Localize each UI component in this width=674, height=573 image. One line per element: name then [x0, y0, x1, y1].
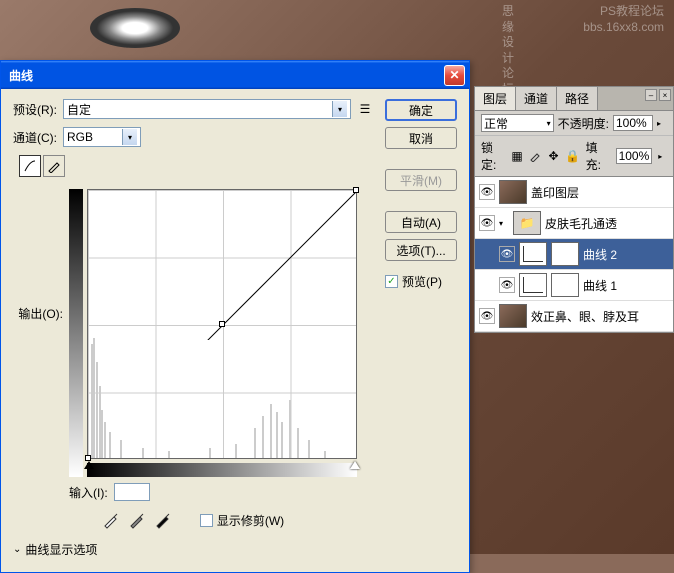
output-label: 输出(O): — [13, 185, 63, 322]
preset-label: 预设(R): — [13, 101, 57, 118]
watermark-line: bbs.16xx8.com — [583, 20, 664, 36]
mask-thumbnail — [551, 242, 579, 266]
opacity-label: 不透明度: — [558, 115, 609, 132]
channel-label: 通道(C): — [13, 129, 57, 146]
black-eyedropper[interactable] — [102, 511, 120, 529]
visibility-toggle[interactable]: 👁 — [479, 215, 495, 231]
close-button[interactable]: ✕ — [444, 65, 465, 86]
visibility-toggle[interactable]: 👁 — [479, 308, 495, 324]
watermark: 思缘设计论坛 PS教程论坛 bbs.16xx8.com — [583, 4, 664, 35]
visibility-toggle[interactable]: 👁 — [479, 184, 495, 200]
lock-all-icon[interactable]: 🔒 — [566, 149, 580, 163]
panel-close[interactable]: × — [659, 89, 671, 101]
channel-value: RGB — [67, 130, 93, 144]
curve-icon — [23, 159, 37, 173]
chevron-down-icon: ▾ — [547, 119, 551, 128]
layer-name: 效正鼻、眼、脖及耳 — [531, 308, 669, 325]
smooth-button: 平滑(M) — [385, 169, 457, 191]
layer-name: 曲线 1 — [583, 277, 669, 294]
output-gradient — [69, 189, 83, 477]
opacity-input[interactable]: 100% — [613, 115, 653, 131]
visibility-toggle[interactable]: 👁 — [499, 246, 515, 262]
curve-draw-tool[interactable] — [43, 155, 65, 177]
preset-select[interactable]: 自定 ▾ — [63, 99, 351, 119]
dialog-titlebar[interactable]: 曲线 ✕ — [1, 61, 469, 89]
tab-layers[interactable]: 图层 — [475, 87, 516, 110]
input-label: 输入(I): — [69, 484, 108, 501]
blend-mode-select[interactable]: 正常 ▾ — [481, 114, 554, 132]
ok-button[interactable]: 确定 — [385, 99, 457, 121]
show-clipping-checkbox[interactable] — [200, 514, 213, 527]
adjustment-thumbnail — [519, 273, 547, 297]
chevron-down-icon: ▾ — [332, 101, 347, 117]
expand-label: 曲线显示选项 — [25, 541, 97, 558]
folder-icon: 📁 — [513, 211, 541, 235]
show-clipping-label: 显示修剪(W) — [217, 512, 284, 529]
histogram — [88, 338, 356, 458]
cancel-button[interactable]: 取消 — [385, 127, 457, 149]
layer-name: 曲线 2 — [583, 246, 669, 263]
layer-item[interactable]: 👁 盖印图层 — [475, 177, 673, 208]
layer-list: 👁 盖印图层 👁 ▾ 📁 皮肤毛孔通透 👁 曲线 2 👁 曲线 1 👁 效正鼻、… — [475, 177, 673, 332]
curve-point[interactable] — [353, 187, 359, 193]
input-value-field[interactable] — [114, 483, 150, 501]
fill-label: 填充: — [586, 139, 610, 173]
layer-item[interactable]: 👁 曲线 1 — [475, 270, 673, 301]
watermark-line: 思缘设计论坛 — [502, 4, 514, 98]
lock-paint-icon[interactable] — [529, 149, 541, 163]
layer-thumbnail — [499, 180, 527, 204]
opacity-slider-toggle[interactable]: ▸ — [657, 119, 667, 128]
adjustment-thumbnail — [519, 242, 547, 266]
layer-item[interactable]: 👁 曲线 2 — [475, 239, 673, 270]
layers-panel: 图层 通道 路径 – × 正常 ▾ 不透明度: 100% ▸ 锁定: ▦ ✥ 🔒… — [474, 86, 674, 333]
white-eyedropper[interactable] — [154, 511, 172, 529]
chevron-down-icon: ▾ — [122, 129, 137, 145]
preset-menu-button[interactable]: ☰ — [357, 101, 373, 117]
white-point-slider[interactable] — [350, 461, 360, 469]
visibility-toggle[interactable]: 👁 — [499, 277, 515, 293]
dialog-title: 曲线 — [5, 67, 444, 84]
lock-label: 锁定: — [481, 139, 505, 173]
layer-item[interactable]: 👁 效正鼻、眼、脖及耳 — [475, 301, 673, 332]
lock-transparency-icon[interactable]: ▦ — [511, 149, 523, 163]
layer-name: 盖印图层 — [531, 184, 669, 201]
chevron-down-icon: ⌄ — [13, 544, 21, 555]
watermark-line: PS教程论坛 — [583, 4, 664, 20]
black-point-slider[interactable] — [84, 461, 94, 469]
layer-name: 皮肤毛孔通透 — [545, 215, 669, 232]
preview-label: 预览(P) — [402, 273, 442, 290]
curve-editor[interactable] — [87, 189, 357, 459]
curve-point-tool[interactable] — [19, 155, 41, 177]
layer-thumbnail — [499, 304, 527, 328]
channel-select[interactable]: RGB ▾ — [63, 127, 141, 147]
photo-eye-detail — [90, 8, 180, 48]
auto-button[interactable]: 自动(A) — [385, 211, 457, 233]
panel-tabs: 图层 通道 路径 – × — [475, 87, 673, 111]
layer-item[interactable]: 👁 ▾ 📁 皮肤毛孔通透 — [475, 208, 673, 239]
preset-value: 自定 — [67, 101, 91, 118]
curve-path — [88, 190, 388, 340]
fill-slider-toggle[interactable]: ▸ — [658, 152, 667, 161]
input-gradient — [87, 463, 357, 477]
curves-dialog: 曲线 ✕ 预设(R): 自定 ▾ ☰ 通道(C): RGB ▾ — [0, 60, 470, 573]
folder-toggle[interactable]: ▾ — [499, 219, 509, 228]
fill-input[interactable]: 100% — [616, 148, 653, 164]
lock-move-icon[interactable]: ✥ — [547, 149, 559, 163]
tab-paths[interactable]: 路径 — [557, 87, 598, 110]
panel-minimize[interactable]: – — [645, 89, 657, 101]
gray-eyedropper[interactable] — [128, 511, 146, 529]
pencil-icon — [47, 159, 61, 173]
mask-thumbnail — [551, 273, 579, 297]
tab-channels[interactable]: 通道 — [516, 87, 557, 110]
curve-point[interactable] — [219, 321, 225, 327]
close-icon: ✕ — [449, 68, 459, 82]
curve-display-options-toggle[interactable]: ⌄ 曲线显示选项 — [13, 541, 373, 558]
options-button[interactable]: 选项(T)... — [385, 239, 457, 261]
